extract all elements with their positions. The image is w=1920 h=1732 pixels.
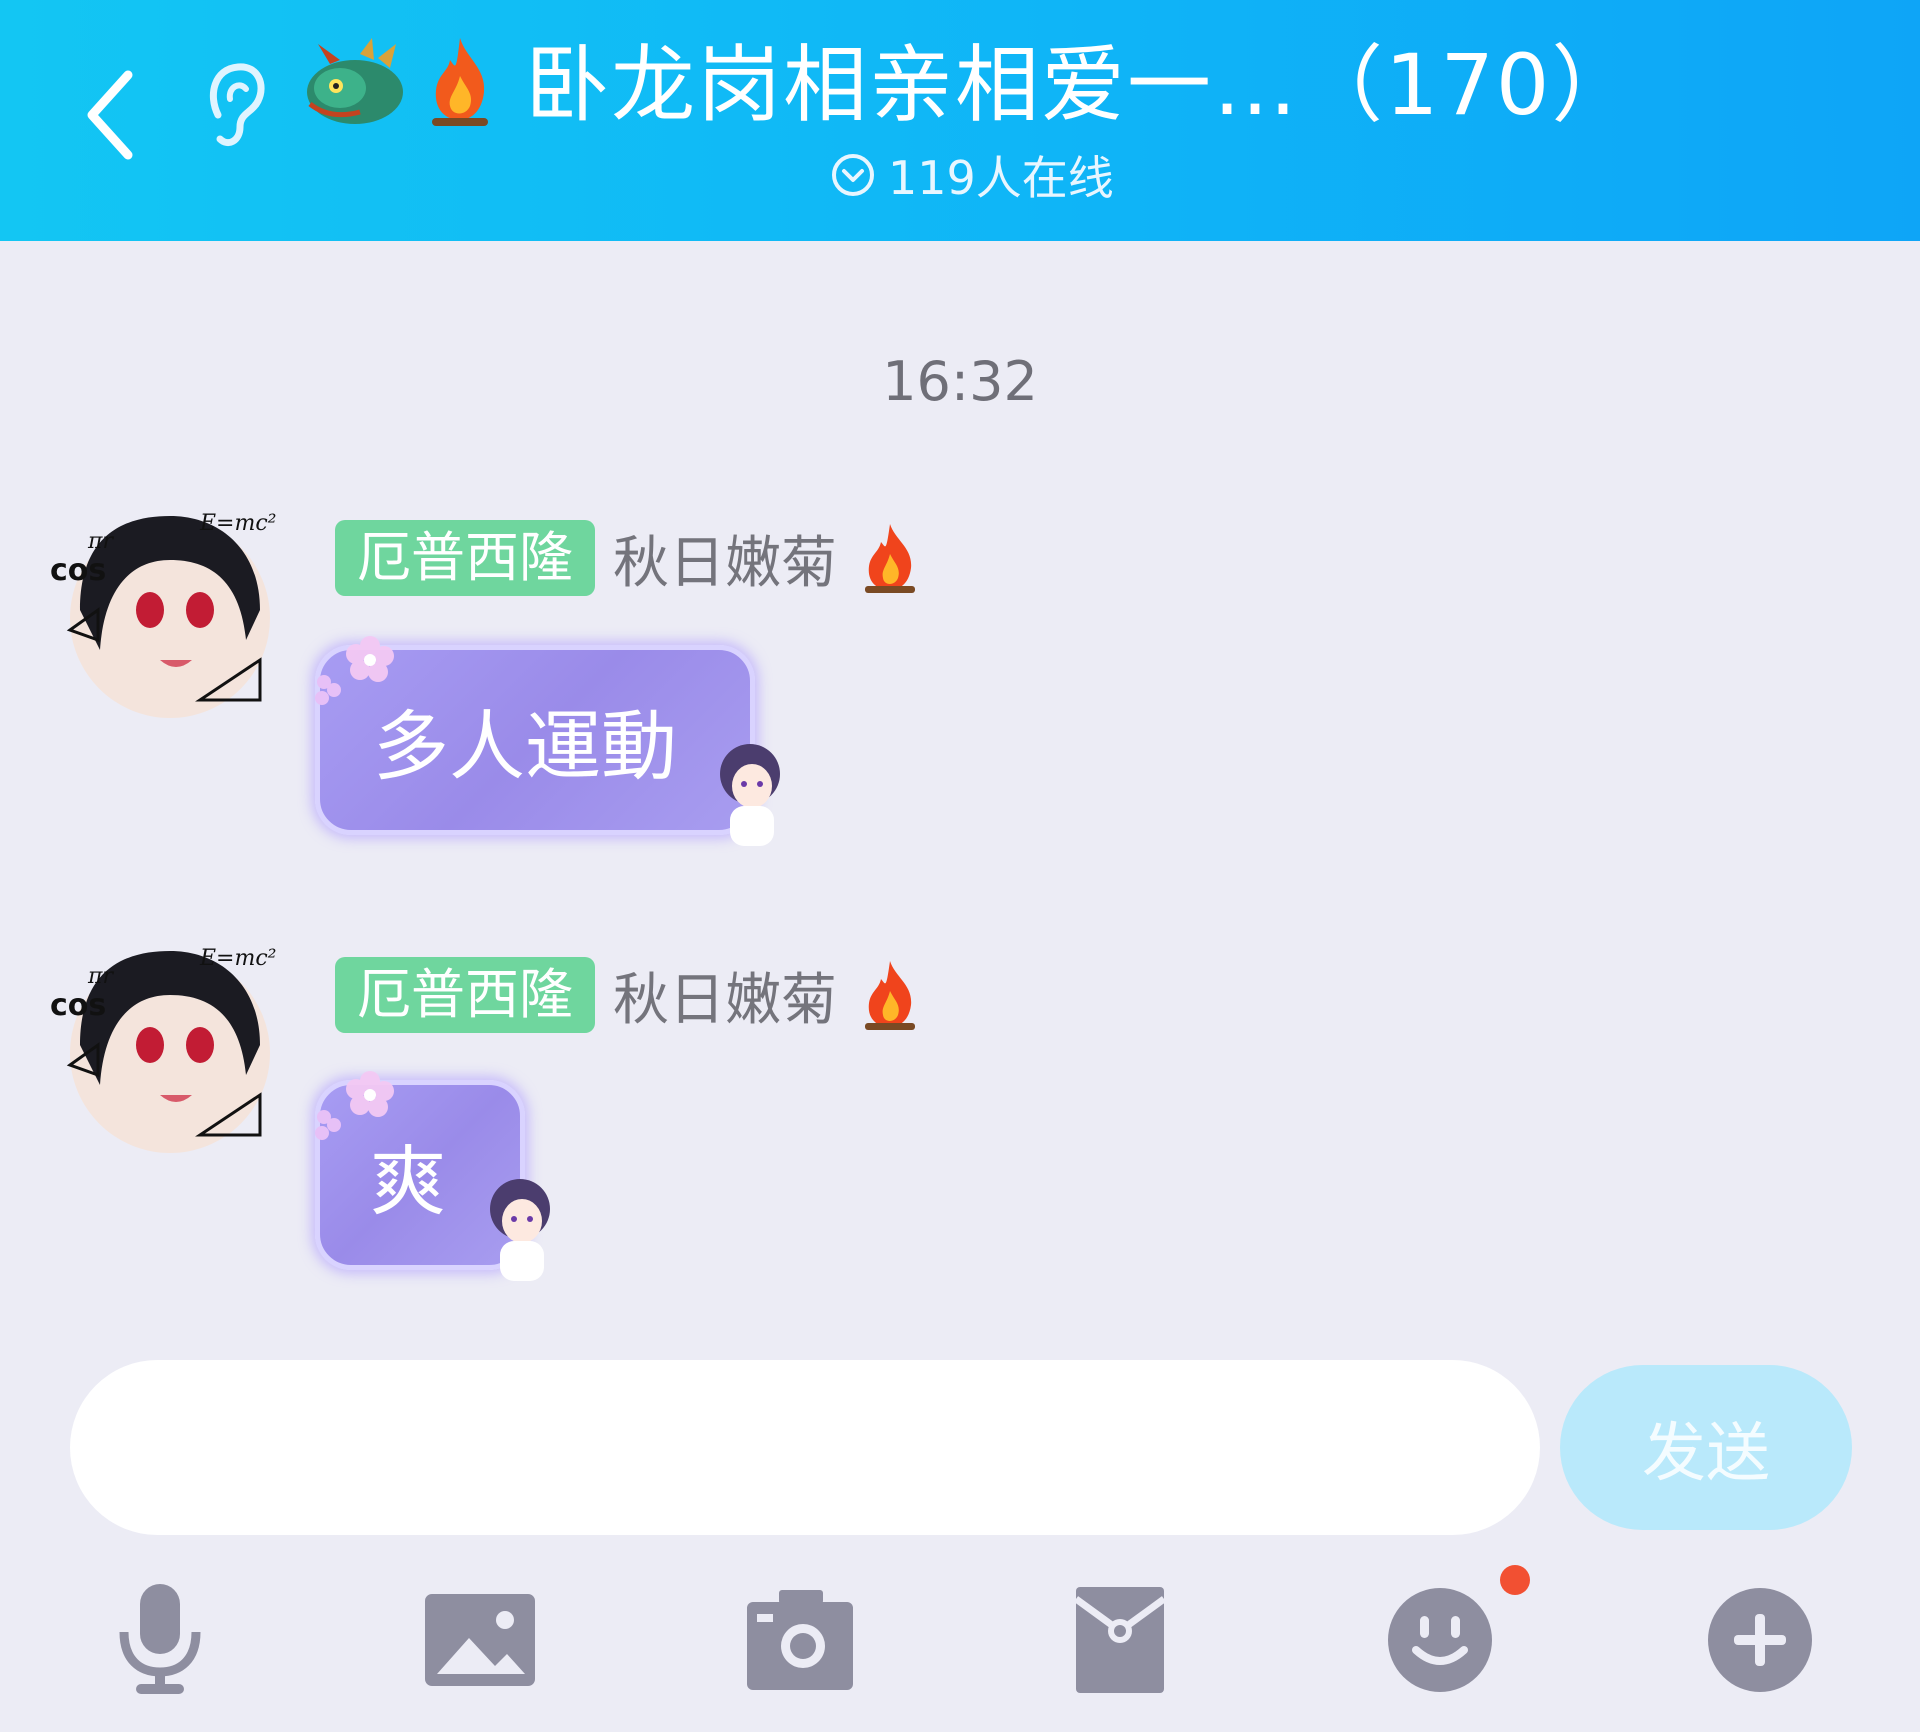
notification-dot bbox=[1500, 1565, 1530, 1595]
fire-icon bbox=[432, 38, 488, 126]
back-arrow-icon bbox=[87, 70, 133, 160]
message-input[interactable] bbox=[70, 1360, 1540, 1535]
ear-icon[interactable] bbox=[200, 55, 270, 155]
anime-girl-sticker-icon bbox=[720, 744, 780, 846]
svg-text:πr: πr bbox=[87, 529, 114, 554]
anime-girl-sticker-icon bbox=[490, 1179, 550, 1281]
red-packet-icon bbox=[1074, 1587, 1166, 1693]
group-title[interactable]: 卧龙岗相亲相爱一…（170） bbox=[525, 30, 1637, 140]
avatar-frame-icon: πr E=mc² cos bbox=[50, 946, 277, 1153]
microphone-icon bbox=[119, 1584, 201, 1694]
svg-text:E=mc²: E=mc² bbox=[199, 946, 277, 971]
sakura-icon bbox=[315, 1071, 394, 1140]
chat-header: 卧龙岗相亲相爱一…（170） 119人在线 bbox=[0, 0, 1920, 241]
back-button[interactable] bbox=[70, 60, 150, 170]
online-status[interactable]: 119人在线 bbox=[830, 145, 1114, 205]
svg-text:E=mc²: E=mc² bbox=[199, 511, 277, 536]
sender-line: 厄普西隆 秋日嫩菊 bbox=[335, 955, 925, 1035]
online-count: 119人在线 bbox=[888, 151, 1114, 205]
message-bubble[interactable]: 爽 bbox=[315, 1071, 550, 1281]
emoji-button[interactable] bbox=[1380, 1580, 1500, 1700]
camera-button[interactable] bbox=[740, 1580, 860, 1700]
member-title-badge[interactable]: 厄普西隆 bbox=[335, 520, 595, 596]
send-button[interactable]: 发送 bbox=[1560, 1365, 1852, 1530]
avatar-frame-icon: πr E=mc² cos bbox=[50, 511, 277, 718]
camera-icon bbox=[747, 1590, 853, 1690]
emoji-icon bbox=[1388, 1588, 1492, 1692]
member-title-badge[interactable]: 厄普西隆 bbox=[335, 957, 595, 1033]
image-icon bbox=[425, 1594, 535, 1686]
message-timestamp: 16:32 bbox=[882, 350, 1038, 413]
message-bubble[interactable]: 多人運動 bbox=[315, 636, 780, 846]
fire-icon bbox=[865, 524, 915, 593]
input-toolbar bbox=[0, 1560, 1920, 1720]
sakura-icon bbox=[315, 636, 394, 705]
plus-icon bbox=[1708, 1588, 1812, 1692]
image-button[interactable] bbox=[420, 1580, 540, 1700]
avatar[interactable]: πr E=mc² cos bbox=[50, 490, 290, 730]
svg-text:cos: cos bbox=[50, 988, 106, 1023]
more-button[interactable] bbox=[1700, 1580, 1820, 1700]
dragon-icon bbox=[307, 38, 403, 124]
sender-name[interactable]: 秋日嫩菊 bbox=[613, 955, 837, 1036]
chevron-down-circle-icon bbox=[832, 154, 874, 196]
svg-text:πr: πr bbox=[87, 964, 114, 989]
voice-button[interactable] bbox=[100, 1580, 220, 1700]
sender-line: 厄普西隆 秋日嫩菊 bbox=[335, 518, 925, 598]
avatar[interactable]: πr E=mc² cos bbox=[50, 925, 290, 1165]
svg-text:cos: cos bbox=[50, 553, 106, 588]
red-packet-button[interactable] bbox=[1060, 1580, 1180, 1700]
sender-name[interactable]: 秋日嫩菊 bbox=[613, 518, 837, 599]
fire-icon bbox=[865, 961, 915, 1030]
